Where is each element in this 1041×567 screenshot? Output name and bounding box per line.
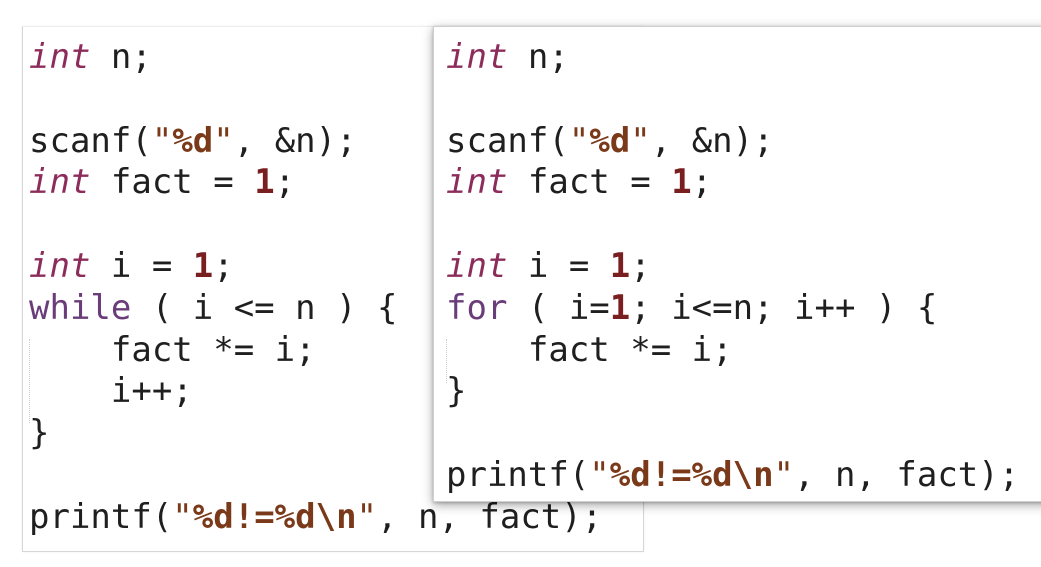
code-token: while [29,287,132,328]
code-token: 1 [254,162,275,203]
code-token: " [589,455,610,495]
code-token: ; [213,246,234,286]
indent-guide [446,339,447,383]
code-token: ; [630,246,651,286]
code-token: ( i <= n ) { [131,287,398,328]
code-token: 1 [609,246,631,286]
code-token: int [29,37,91,77]
code-token: , &n); [650,120,774,161]
code-token: for [446,287,508,328]
code-token: n; [507,37,569,77]
code-token: printf( [446,455,590,495]
code-token: %d!=%d\n [192,496,357,537]
code-token: int [446,37,508,77]
for-loop-code-panel: int n; scanf("%d", &n); int fact = 1; int i… [433,26,1041,502]
code-token: } [446,371,467,412]
code-token: i = [507,246,610,286]
code-line: int fact = 1; [29,162,295,202]
code-token: %d [172,120,214,161]
code-line: } [29,413,49,453]
code-line: while ( i <= n ) { [29,288,397,328]
code-token: 1 [192,246,214,286]
code-token: } [29,413,50,454]
code-line: scanf("%d", &n); [29,121,357,161]
code-line: printf("%d!=%d\n", n, fact); [446,455,1019,495]
code-token: int [29,246,91,286]
code-token: " [773,455,795,495]
code-token: scanf( [29,120,152,161]
indent-guide [29,339,30,423]
code-token: i = [90,246,193,286]
code-token: int [446,162,508,203]
code-token: n; [90,37,152,77]
code-line: printf("%d!=%d\n", n, fact); [29,497,602,537]
code-token: fact = [507,162,672,203]
code-token: ( i= [507,287,610,328]
code-line: scanf("%d", &n); [446,121,774,161]
code-token: fact = [90,162,255,203]
code-token: ; i<=n; i++ ) { [630,287,938,328]
code-token: 1 [671,162,692,203]
code-token: " [568,120,590,161]
code-line: int n; [29,37,152,77]
code-token: " [172,496,193,537]
code-token: ; [274,162,296,203]
code-token: %d [589,120,631,161]
code-token: i++; [29,371,193,412]
code-line: int i = 1; [29,246,234,286]
code-token: scanf( [446,120,569,161]
code-token: %d!=%d\n [609,455,774,495]
code-token: int [29,162,91,203]
code-line: int n; [446,37,569,77]
code-line: int fact = 1; [446,162,712,202]
code-token: , &n); [233,120,357,161]
for-loop-code: int n; scanf("%d", &n); int fact = 1; int i… [434,27,1041,501]
code-token: " [213,120,234,161]
code-line: for ( i=1; i<=n; i++ ) { [446,288,937,328]
code-line: } [446,371,466,411]
code-token: , n, fact); [794,455,1020,495]
code-line: fact *= i; [29,330,316,370]
code-line: i++; [29,371,193,411]
code-token: " [630,120,651,161]
code-token: printf( [29,496,173,537]
code-token: 1 [609,287,631,328]
code-line: int i = 1; [446,246,651,286]
code-token: " [356,496,378,537]
code-token: fact *= i; [29,329,316,370]
code-line: fact *= i; [446,330,733,370]
code-token: int [446,246,508,286]
code-token: , n, fact); [377,496,603,537]
code-token: " [151,120,173,161]
code-token: fact *= i; [446,329,733,370]
code-token: ; [691,162,713,203]
